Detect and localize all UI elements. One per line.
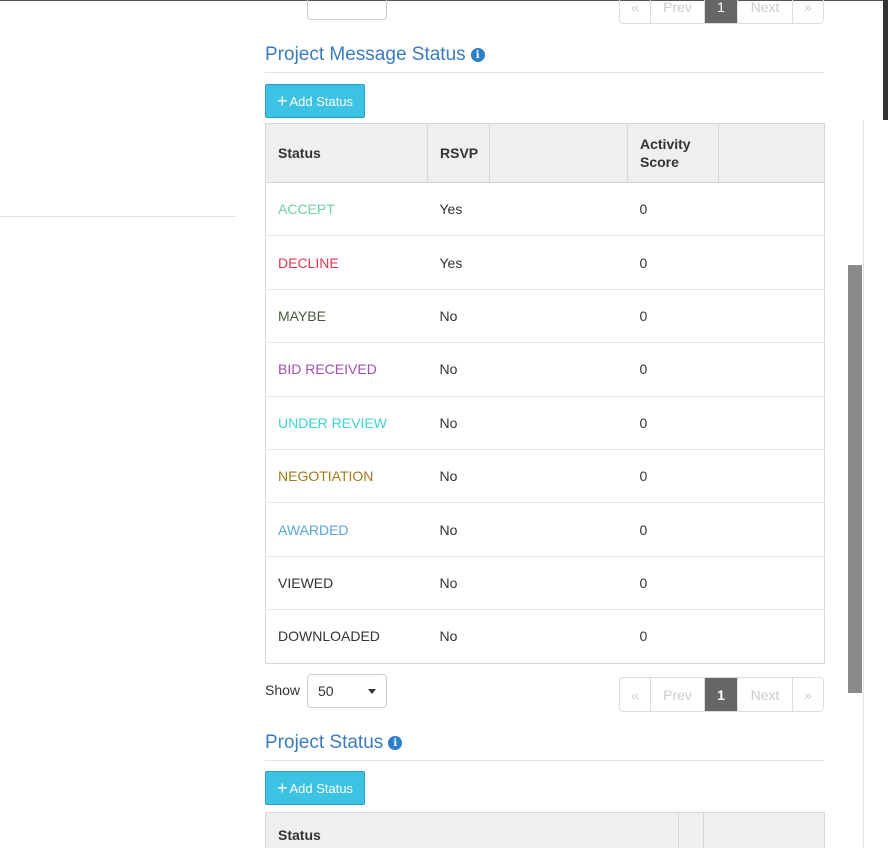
activity-score-cell: 0 bbox=[627, 235, 719, 290]
table-row[interactable]: VIEWED No 0 bbox=[265, 555, 825, 610]
status-cell: MAYBE bbox=[265, 288, 428, 343]
status-cell: AWARDED bbox=[265, 502, 428, 557]
add-status-label: Add Status bbox=[289, 780, 354, 796]
pager-current-page[interactable]: 1 bbox=[705, 0, 738, 23]
column-header-rsvp[interactable]: RSVP bbox=[427, 123, 490, 183]
rsvp-cell: No bbox=[427, 448, 490, 503]
table-row[interactable]: DECLINE Yes 0 bbox=[265, 235, 825, 290]
left-panel-divider bbox=[0, 216, 235, 217]
page-size-select[interactable]: 50 bbox=[307, 674, 387, 708]
pager-next[interactable]: Next bbox=[738, 678, 793, 711]
message-status-heading: Project Message Status i bbox=[265, 44, 824, 73]
blank-cell bbox=[489, 288, 628, 343]
project-status-title: Project Status bbox=[265, 732, 384, 753]
table-row[interactable]: DOWNLOADED No 0 bbox=[265, 609, 825, 664]
blank-cell bbox=[489, 235, 628, 290]
status-cell: UNDER REVIEW bbox=[265, 395, 428, 450]
message-status-table: Status RSVP Activity Score ACCEPT Yes 0 DEC… bbox=[265, 123, 825, 664]
table-row[interactable]: ACCEPT Yes 0 bbox=[265, 181, 825, 236]
right-edge-panel bbox=[883, 0, 888, 120]
message-status-title: Project Message Status bbox=[265, 44, 466, 65]
scrollbar-thumb[interactable] bbox=[848, 265, 862, 693]
plus-icon: + bbox=[276, 778, 288, 798]
pager-prev[interactable]: Prev bbox=[651, 0, 705, 23]
blank-cell bbox=[489, 502, 628, 557]
add-message-status-button[interactable]: + Add Status bbox=[265, 84, 365, 118]
show-label: Show bbox=[265, 682, 301, 698]
activity-score-cell: 0 bbox=[627, 395, 719, 450]
column-header-actions bbox=[703, 812, 825, 848]
column-header-status[interactable]: Status bbox=[265, 812, 679, 848]
table-row[interactable]: MAYBE No 0 bbox=[265, 288, 825, 343]
blank-cell bbox=[489, 555, 628, 610]
rsvp-cell: No bbox=[427, 288, 490, 343]
status-cell: ACCEPT bbox=[265, 181, 428, 236]
info-icon[interactable]: i bbox=[388, 736, 403, 750]
project-status-heading: Project Status i bbox=[265, 732, 824, 761]
status-cell: NEGOTIATION bbox=[265, 448, 428, 503]
rsvp-cell: No bbox=[427, 555, 490, 610]
activity-score-cell: 0 bbox=[627, 181, 719, 236]
actions-cell bbox=[718, 448, 825, 503]
pager-first[interactable]: « bbox=[620, 0, 651, 23]
pager-first[interactable]: « bbox=[620, 678, 651, 711]
actions-cell bbox=[718, 288, 825, 343]
column-header-status[interactable]: Status bbox=[265, 123, 428, 183]
blank-cell bbox=[489, 181, 628, 236]
caret-down-icon bbox=[368, 688, 376, 694]
column-header-blank bbox=[678, 812, 704, 848]
actions-cell bbox=[718, 609, 825, 664]
pager-next[interactable]: Next bbox=[738, 0, 793, 23]
column-header-actions bbox=[718, 123, 825, 183]
rsvp-cell: No bbox=[427, 342, 490, 397]
activity-score-cell: 0 bbox=[627, 288, 719, 343]
plus-icon: + bbox=[276, 91, 288, 111]
activity-score-cell: 0 bbox=[627, 448, 719, 503]
pager-current-page[interactable]: 1 bbox=[705, 678, 738, 711]
actions-cell bbox=[718, 181, 825, 236]
blank-cell bbox=[489, 395, 628, 450]
rsvp-cell: No bbox=[427, 502, 490, 557]
actions-cell bbox=[718, 395, 825, 450]
table-row[interactable]: BID RECEIVED No 0 bbox=[265, 342, 825, 397]
actions-cell bbox=[718, 502, 825, 557]
table-row[interactable]: NEGOTIATION No 0 bbox=[265, 448, 825, 503]
status-cell: BID RECEIVED bbox=[265, 342, 428, 397]
right-edge-strip bbox=[863, 120, 888, 848]
actions-cell bbox=[718, 555, 825, 610]
table-row[interactable]: UNDER REVIEW No 0 bbox=[265, 395, 825, 450]
table-row[interactable]: AWARDED No 0 bbox=[265, 502, 825, 557]
pager-prev[interactable]: Prev bbox=[651, 678, 705, 711]
info-icon[interactable]: i bbox=[470, 48, 485, 62]
blank-cell bbox=[489, 448, 628, 503]
activity-score-cell: 0 bbox=[627, 555, 719, 610]
blank-cell bbox=[489, 342, 628, 397]
actions-cell bbox=[718, 235, 825, 290]
status-cell: DECLINE bbox=[265, 235, 428, 290]
actions-cell bbox=[718, 342, 825, 397]
pager-last[interactable]: » bbox=[793, 678, 823, 711]
rsvp-cell: Yes bbox=[427, 235, 490, 290]
rsvp-cell: Yes bbox=[427, 181, 490, 236]
activity-score-cell: 0 bbox=[627, 609, 719, 664]
status-cell: VIEWED bbox=[265, 555, 428, 610]
page-size-value: 50 bbox=[318, 683, 334, 699]
pager-last[interactable]: » bbox=[793, 0, 823, 23]
add-project-status-button[interactable]: + Add Status bbox=[265, 771, 365, 805]
status-cell: DOWNLOADED bbox=[265, 609, 428, 664]
rsvp-cell: No bbox=[427, 395, 490, 450]
column-header-activity-score[interactable]: Activity Score bbox=[627, 123, 719, 183]
previous-pagination: « Prev 1 Next » bbox=[619, 0, 824, 24]
rsvp-cell: No bbox=[427, 609, 490, 664]
column-header-blank bbox=[489, 123, 628, 183]
activity-score-cell: 0 bbox=[627, 342, 719, 397]
message-status-pagination: « Prev 1 Next » bbox=[619, 677, 824, 712]
add-status-label: Add Status bbox=[289, 93, 354, 109]
activity-score-cell: 0 bbox=[627, 502, 719, 557]
previous-page-size-select[interactable] bbox=[307, 0, 387, 20]
project-status-table: Status bbox=[265, 812, 825, 848]
blank-cell bbox=[489, 609, 628, 664]
